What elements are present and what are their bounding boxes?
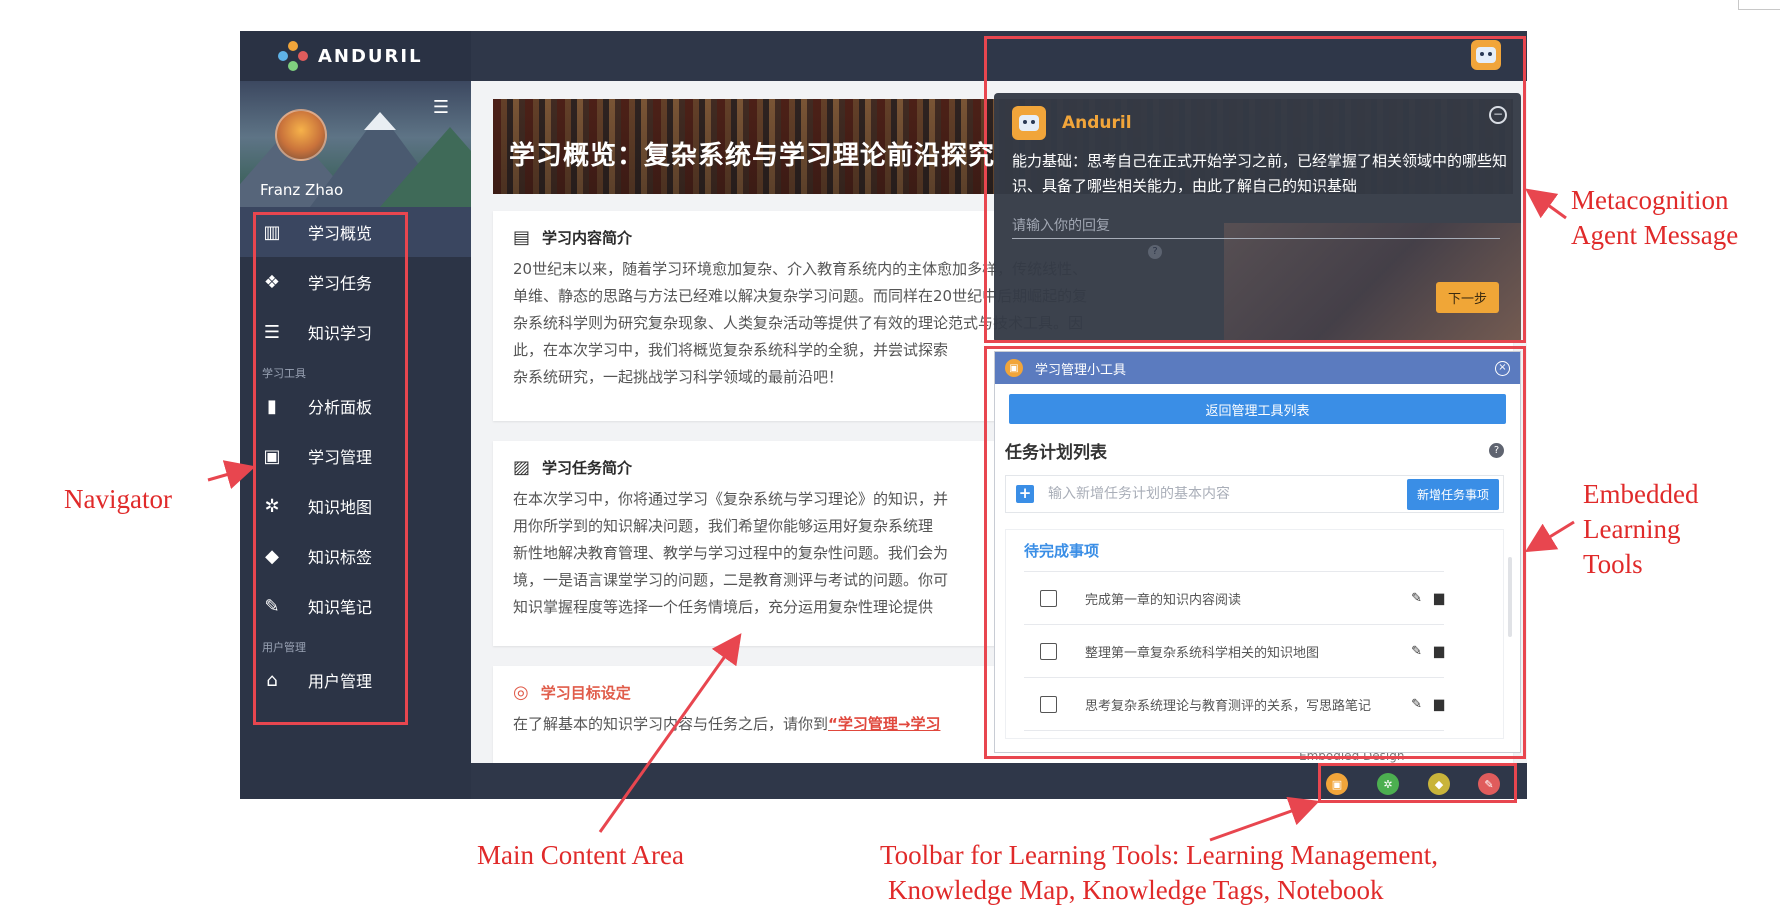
embedded-tools-label-line: Learning [1583, 514, 1681, 544]
navigator-arrow [207, 460, 256, 490]
figure-canvas: ANDURIL ☰ Franz Zhao ▥ 学习概览 ❖ 学习任务 ☰ 知识学… [0, 0, 1780, 921]
embedded-tools-label-line: Embedded [1583, 479, 1699, 509]
tools-arrow [1524, 520, 1575, 553]
toolbar-arrow [1209, 796, 1320, 842]
embedded-tools-label: Embedded Learning Tools [1583, 477, 1698, 582]
embedded-tools-label-line: Tools [1583, 549, 1643, 579]
main-content-label: Main Content Area [477, 840, 684, 870]
page-title: 学习概览：复杂系统与学习理论前沿探究 [509, 141, 996, 171]
toolbar-label-line: Toolbar for Learning Tools: Learning Man… [880, 840, 1439, 870]
navigator-label: Navigator [64, 484, 172, 514]
toolbar-label: Toolbar for Learning Tools: Learning Man… [880, 838, 1438, 908]
metacognition-label: Metacognition Agent Message [1571, 183, 1738, 253]
agent-arrow [1525, 188, 1567, 220]
metacognition-label-line: Metacognition [1571, 185, 1729, 215]
toolbar-label-line: Knowledge Map, Knowledge Tags, Notebook [888, 875, 1384, 905]
main-content-arrow [598, 633, 742, 833]
metacognition-label-line: Agent Message [1571, 220, 1739, 250]
